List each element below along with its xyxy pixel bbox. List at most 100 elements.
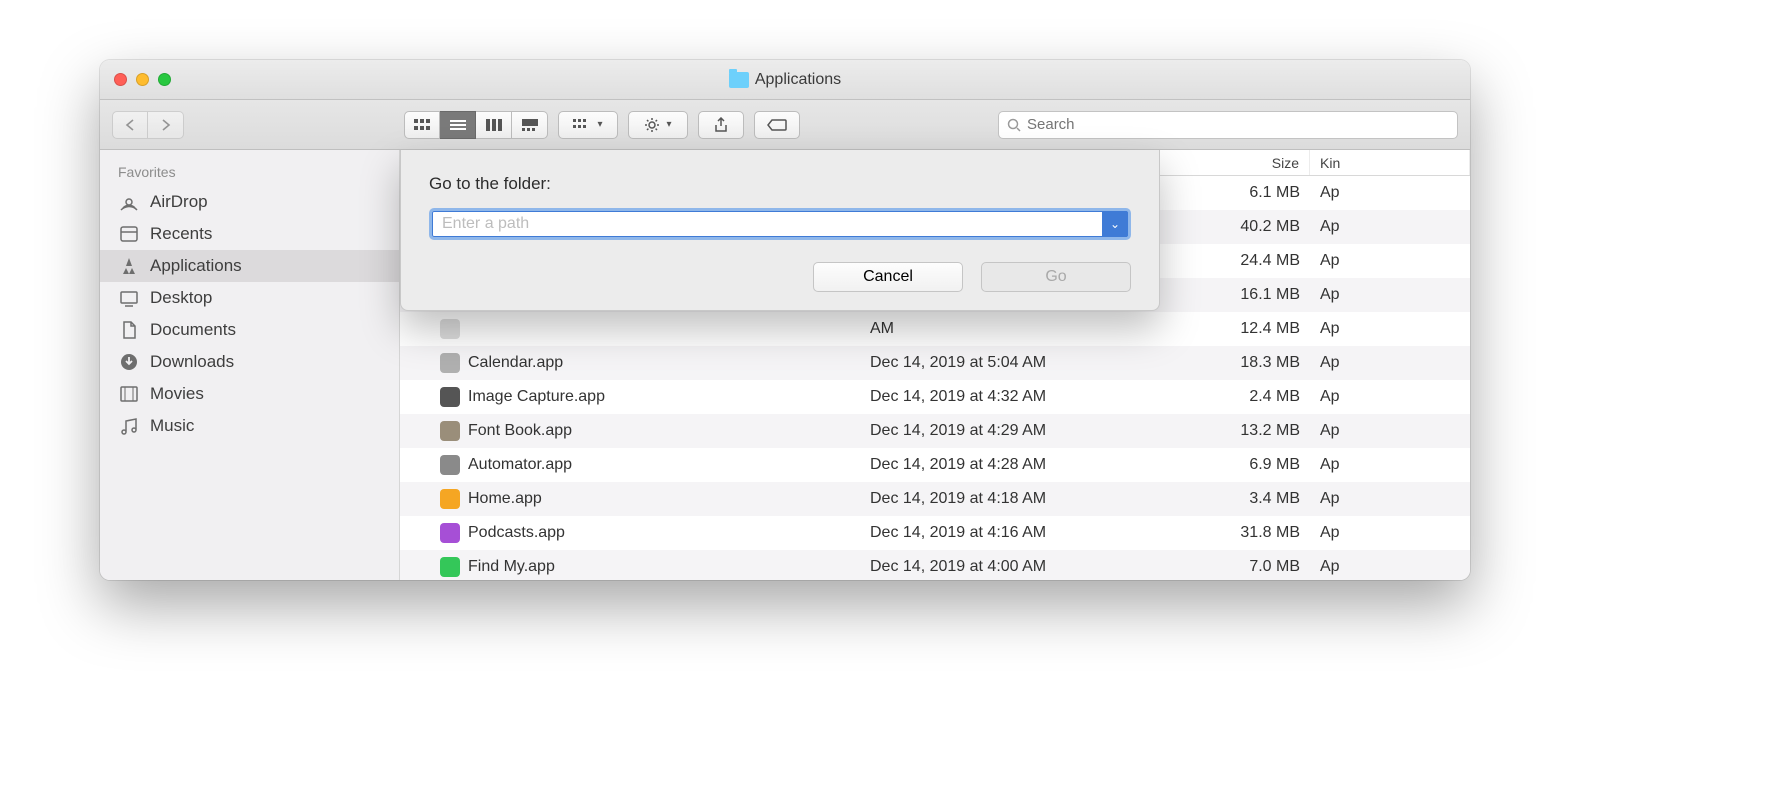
file-size: 18.3 MB (1140, 354, 1310, 372)
sidebar-item-recents[interactable]: Recents (100, 218, 399, 250)
icon-view-button[interactable] (404, 111, 440, 139)
file-kind: Ap (1310, 388, 1470, 406)
file-kind: Ap (1310, 184, 1470, 202)
file-kind: Ap (1310, 524, 1470, 542)
folder-icon (729, 72, 749, 88)
music-icon (118, 415, 140, 437)
file-name: Calendar.app (468, 354, 563, 372)
column-size[interactable]: Size (1140, 150, 1310, 175)
path-input[interactable] (432, 211, 1102, 237)
close-icon[interactable] (114, 73, 127, 86)
go-button[interactable]: Go (981, 262, 1131, 292)
table-row[interactable]: Automator.appDec 14, 2019 at 4:28 AM6.9 … (400, 448, 1470, 482)
column-kind[interactable]: Kin (1310, 150, 1470, 175)
file-size: 24.4 MB (1140, 252, 1310, 270)
sidebar-item-desktop[interactable]: Desktop (100, 282, 399, 314)
file-name: Home.app (468, 490, 542, 508)
sidebar-item-music[interactable]: Music (100, 410, 399, 442)
traffic-lights (114, 73, 171, 86)
list-view-button[interactable] (440, 111, 476, 139)
app-icon (440, 489, 460, 509)
path-combobox[interactable]: ⌄ (429, 208, 1131, 240)
sidebar: Favorites AirDrop Recents Applications D… (100, 150, 400, 580)
file-size: 6.9 MB (1140, 456, 1310, 474)
titlebar: Applications (100, 60, 1470, 100)
zoom-icon[interactable] (158, 73, 171, 86)
sidebar-item-documents[interactable]: Documents (100, 314, 399, 346)
file-modified: Dec 14, 2019 at 4:28 AM (860, 456, 1140, 474)
file-size: 7.0 MB (1140, 558, 1310, 576)
app-icon (440, 557, 460, 577)
gallery-view-button[interactable] (512, 111, 548, 139)
view-buttons (404, 111, 548, 139)
file-size: 40.2 MB (1140, 218, 1310, 236)
table-row[interactable]: Find My.app Dec 14, 2019 at 4:00 AM7.0 MB… (400, 550, 1470, 580)
sidebar-item-applications[interactable]: Applications (100, 250, 399, 282)
forward-button[interactable] (148, 111, 184, 139)
file-modified: Dec 14, 2019 at 5:04 AM (860, 354, 1140, 372)
table-row[interactable]: Podcasts.app Dec 14, 2019 at 4:16 AM31.8 … (400, 516, 1470, 550)
tags-button[interactable] (754, 111, 800, 139)
table-row[interactable]: Image Capture.app Dec 14, 2019 at 4:32 AM… (400, 380, 1470, 414)
table-row[interactable]: Font Book.appDec 14, 2019 at 4:29 AM13.2… (400, 414, 1470, 448)
search-field[interactable] (998, 111, 1458, 139)
dialog-label: Go to the folder: (429, 174, 1131, 194)
window-title: Applications (100, 71, 1470, 89)
sidebar-item-label: Desktop (150, 288, 212, 308)
minimize-icon[interactable] (136, 73, 149, 86)
sidebar-item-downloads[interactable]: Downloads (100, 346, 399, 378)
app-icon (440, 353, 460, 373)
app-icon (440, 523, 460, 543)
file-kind: Ap (1310, 456, 1470, 474)
file-kind: Ap (1310, 354, 1470, 372)
file-size: 3.4 MB (1140, 490, 1310, 508)
sidebar-item-label: Movies (150, 384, 204, 404)
file-kind: Ap (1310, 490, 1470, 508)
file-modified: Dec 14, 2019 at 4:32 AM (860, 388, 1140, 406)
sidebar-header: Favorites (100, 160, 399, 186)
file-size: 16.1 MB (1140, 286, 1310, 304)
file-modified: AM (860, 320, 1140, 338)
search-input[interactable] (1027, 116, 1449, 133)
action-button[interactable]: ▾ (628, 111, 688, 139)
cancel-button[interactable]: Cancel (813, 262, 963, 292)
column-view-button[interactable] (476, 111, 512, 139)
go-to-folder-dialog: Go to the folder: ⌄ Cancel Go (400, 150, 1160, 311)
file-kind: Ap (1310, 286, 1470, 304)
file-name: Font Book.app (468, 422, 572, 440)
app-icon (440, 455, 460, 475)
sidebar-item-label: Downloads (150, 352, 234, 372)
file-size: 2.4 MB (1140, 388, 1310, 406)
downloads-icon (118, 351, 140, 373)
app-icon (440, 421, 460, 441)
app-icon (440, 387, 460, 407)
file-size: 6.1 MB (1140, 184, 1310, 202)
file-name: Find My.app (468, 558, 555, 576)
file-modified: Dec 14, 2019 at 4:18 AM (860, 490, 1140, 508)
share-button[interactable] (698, 111, 744, 139)
file-size: 12.4 MB (1140, 320, 1310, 338)
file-size: 31.8 MB (1140, 524, 1310, 542)
nav-buttons (112, 111, 184, 139)
sidebar-item-airdrop[interactable]: AirDrop (100, 186, 399, 218)
file-kind: Ap (1310, 320, 1470, 338)
combobox-dropdown-button[interactable]: ⌄ (1102, 211, 1128, 237)
airdrop-icon (118, 191, 140, 213)
table-row[interactable]: AM12.4 MBAp (400, 312, 1470, 346)
sidebar-item-label: Recents (150, 224, 212, 244)
group-by-button[interactable]: ▾ (558, 111, 618, 139)
file-name: Image Capture.app (468, 388, 605, 406)
sidebar-item-movies[interactable]: Movies (100, 378, 399, 410)
table-row[interactable]: Home.app Dec 14, 2019 at 4:18 AM3.4 MBAp (400, 482, 1470, 516)
app-icon (440, 319, 460, 339)
file-modified: Dec 14, 2019 at 4:00 AM (860, 558, 1140, 576)
window-title-text: Applications (755, 71, 841, 89)
sidebar-item-label: Documents (150, 320, 236, 340)
file-kind: Ap (1310, 558, 1470, 576)
file-modified: Dec 14, 2019 at 4:16 AM (860, 524, 1140, 542)
table-row[interactable]: Calendar.app Dec 14, 2019 at 5:04 AM18.3 … (400, 346, 1470, 380)
toolbar: ▾ ▾ (100, 100, 1470, 150)
file-kind: Ap (1310, 422, 1470, 440)
back-button[interactable] (112, 111, 148, 139)
file-name: Podcasts.app (468, 524, 565, 542)
